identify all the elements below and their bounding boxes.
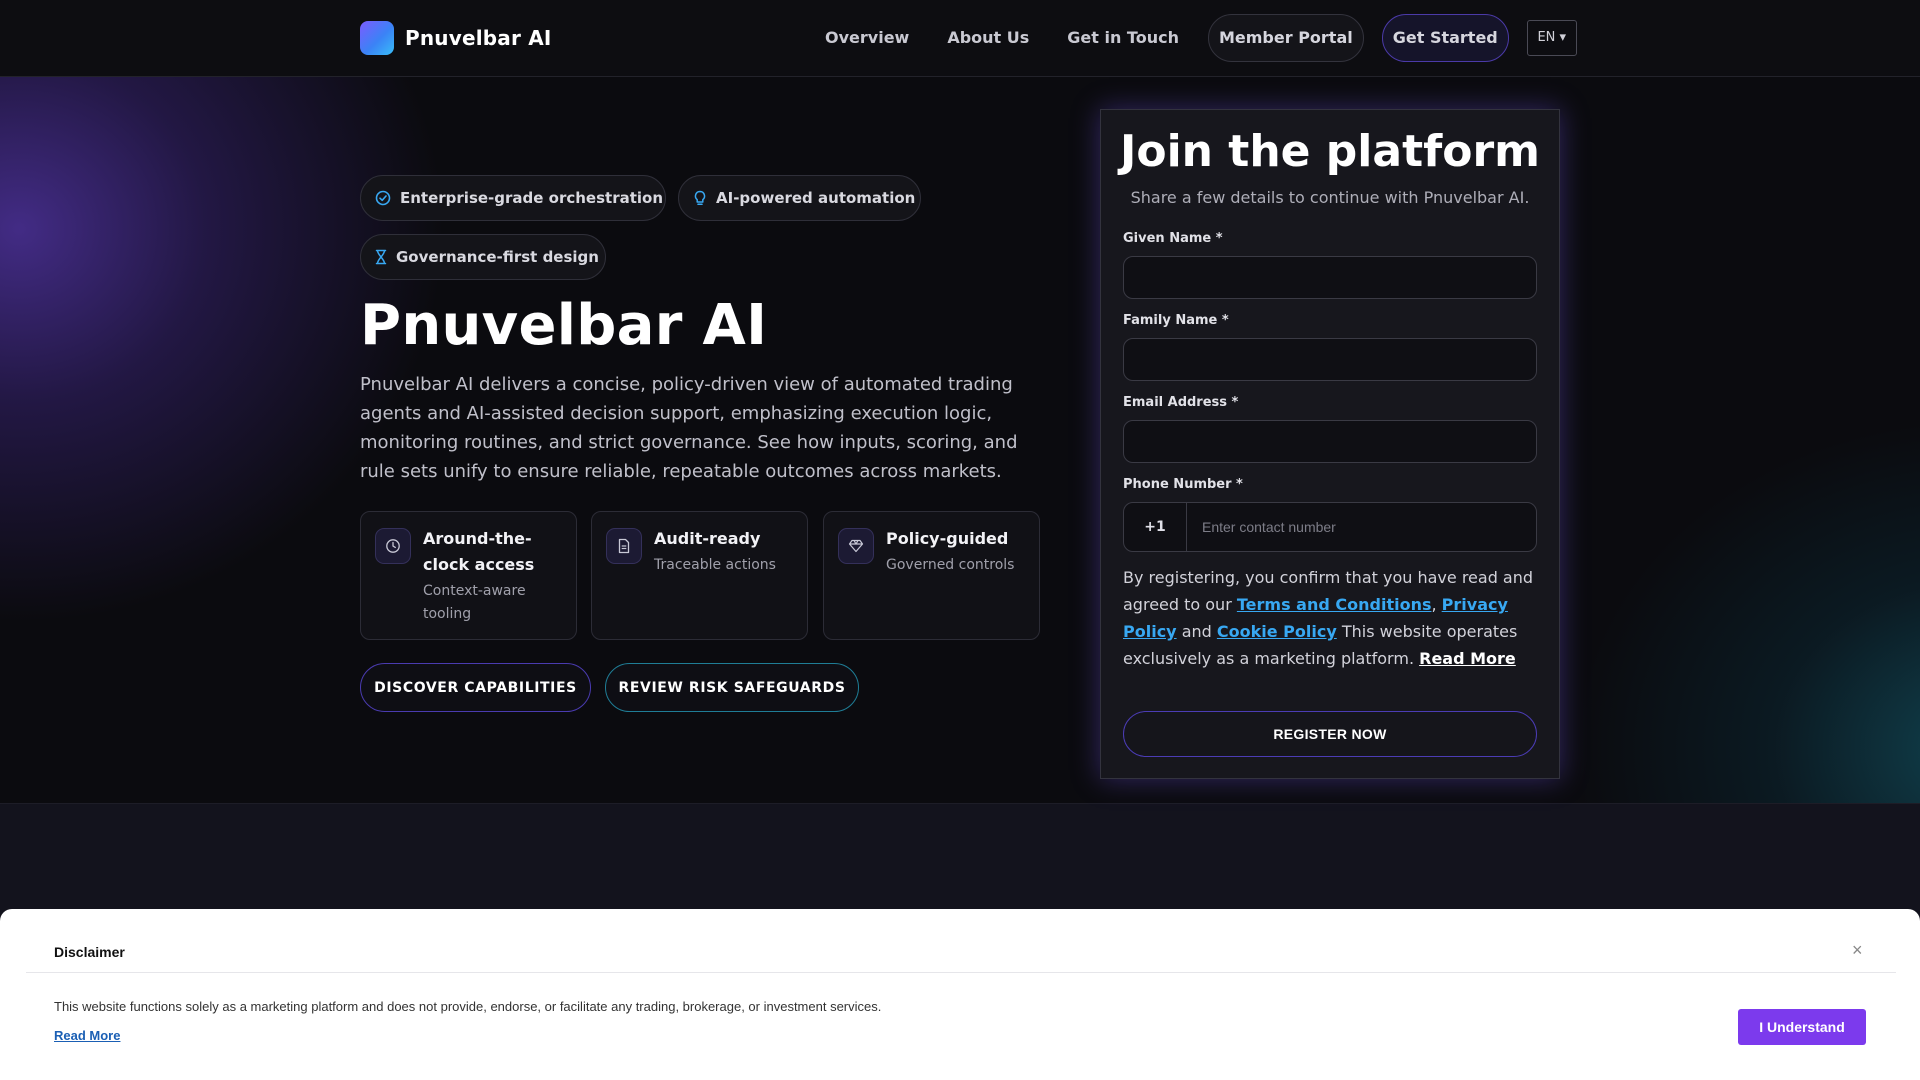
lightbulb-icon <box>694 190 706 206</box>
hero-description: Pnuvelbar AI delivers a concise, policy-… <box>360 374 1018 482</box>
chip-label: Enterprise-grade orchestration <box>400 189 664 207</box>
email-input[interactable] <box>1123 420 1537 463</box>
consent-text: By registering, you confirm that you hav… <box>1123 568 1534 668</box>
feature-card-audit: Audit-ready Traceable actions <box>591 511 808 640</box>
disclaimer-read-more-link[interactable]: Read More <box>54 1028 120 1043</box>
divider <box>26 972 1896 973</box>
close-icon[interactable]: × <box>1852 940 1863 960</box>
family-name-input[interactable] <box>1123 338 1537 381</box>
country-code-select[interactable]: +1 <box>1124 503 1187 551</box>
brand[interactable]: Pnuvelbar AI <box>360 21 552 55</box>
feature-title: Audit-ready <box>654 529 761 548</box>
check-circle-icon <box>375 190 391 206</box>
feature-title: Around-the-clock access <box>423 529 535 574</box>
feature-title: Policy-guided <box>886 529 1009 548</box>
hourglass-icon <box>375 249 387 265</box>
feature-subtitle: Traceable actions <box>654 557 776 573</box>
hero-glow-right <box>1560 407 1920 803</box>
chip-label: Governance-first design <box>396 248 599 266</box>
i-understand-button[interactable]: I Understand <box>1738 1009 1866 1045</box>
brand-name: Pnuvelbar AI <box>405 26 552 50</box>
terms-link[interactable]: Terms and Conditions <box>1237 595 1432 614</box>
chip-automation: AI-powered automation <box>678 175 921 221</box>
register-now-button[interactable]: REGISTER NOW <box>1123 711 1537 757</box>
family-name-label: Family Name * <box>1123 313 1229 328</box>
main-nav: Overview About Us Get in Touch Member Po… <box>816 14 1577 62</box>
brand-logo-icon <box>360 21 394 55</box>
site-header: Pnuvelbar AI Overview About Us Get in To… <box>0 0 1920 77</box>
nav-about-us[interactable]: About Us <box>938 14 1038 62</box>
language-select[interactable]: EN ▾ <box>1526 20 1577 56</box>
document-icon <box>606 528 642 564</box>
given-name-label: Given Name * <box>1123 231 1223 246</box>
nav-overview[interactable]: Overview <box>816 14 918 62</box>
read-more-link[interactable]: Read More <box>1419 649 1516 668</box>
feature-card-policy: Policy-guided Governed controls <box>823 511 1040 640</box>
chip-orchestration: Enterprise-grade orchestration <box>360 175 666 221</box>
form-title: Join the platform <box>1119 126 1541 177</box>
chip-governance: Governance-first design <box>360 234 606 280</box>
nav-get-in-touch[interactable]: Get in Touch <box>1058 14 1188 62</box>
clock-icon <box>375 528 411 564</box>
disclaimer-banner: Disclaimer × This website functions sole… <box>0 909 1920 1080</box>
given-name-input[interactable] <box>1123 256 1537 299</box>
disclaimer-text: This website functions solely as a marke… <box>54 999 882 1014</box>
feature-subtitle: Context-aware tooling <box>423 583 526 622</box>
member-portal-button[interactable]: Member Portal <box>1207 14 1364 62</box>
hero-title: Pnuvelbar AI <box>360 293 768 358</box>
get-started-button[interactable]: Get Started <box>1381 14 1509 62</box>
phone-label: Phone Number * <box>1123 477 1243 492</box>
phone-field: +1 Enter contact number <box>1123 502 1537 552</box>
feature-subtitle: Governed controls <box>886 557 1015 573</box>
review-risk-safeguards-button[interactable]: REVIEW RISK SAFEGUARDS <box>605 663 859 712</box>
email-label: Email Address * <box>1123 395 1239 410</box>
feature-card-access: Around-the-clock access Context-aware to… <box>360 511 577 640</box>
discover-capabilities-button[interactable]: DISCOVER CAPABILITIES <box>360 663 591 712</box>
disclaimer-title: Disclaimer <box>54 944 125 960</box>
phone-input[interactable]: Enter contact number <box>1187 503 1536 551</box>
cookie-link[interactable]: Cookie Policy <box>1217 622 1337 641</box>
diamond-icon <box>838 528 874 564</box>
chip-label: AI-powered automation <box>716 189 916 207</box>
registration-form: Join the platform Share a few details to… <box>1100 109 1560 779</box>
form-subtitle: Share a few details to continue with Pnu… <box>1130 188 1530 207</box>
